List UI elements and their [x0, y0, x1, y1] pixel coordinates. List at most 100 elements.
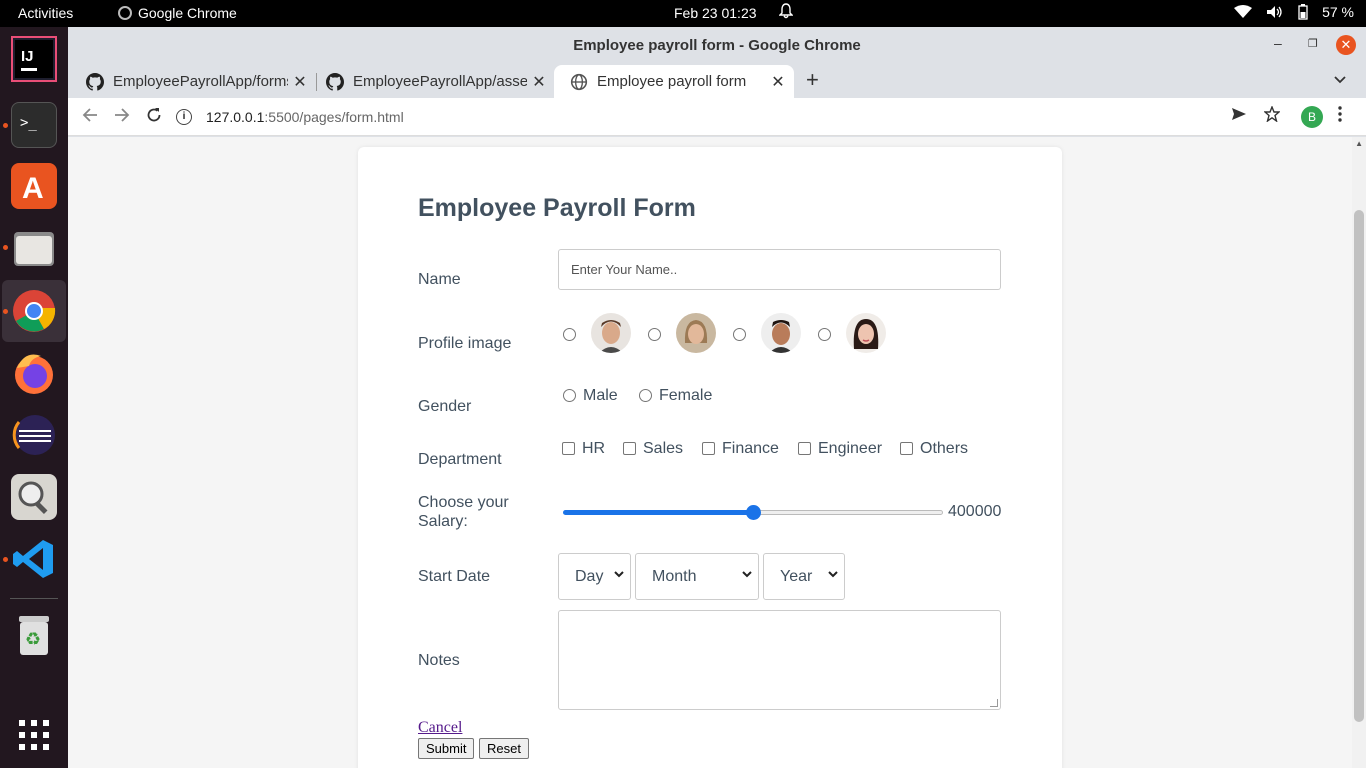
page-viewport: Employee Payroll Form Name Profile image…: [68, 137, 1366, 768]
salary-slider-fill[interactable]: [563, 510, 753, 515]
year-select-value: Year: [780, 567, 813, 585]
submit-button[interactable]: Submit: [418, 738, 475, 759]
department-finance-checkbox[interactable]: [702, 442, 715, 455]
gender-male-radio[interactable]: [563, 389, 576, 402]
salary-label: Choose your Salary:: [418, 494, 509, 530]
department-engineer-checkbox[interactable]: [798, 442, 811, 455]
notes-textarea[interactable]: [558, 610, 1001, 710]
department-hr-checkbox[interactable]: [562, 442, 575, 455]
address-bar[interactable]: i 127.0.0.1:5500/pages/form.html: [176, 102, 1216, 132]
tab-label: EmployeePayrollApp/assets: [353, 73, 527, 90]
volume-icon: [1267, 6, 1282, 18]
image-viewer-icon[interactable]: [11, 474, 57, 520]
eclipse-icon[interactable]: [11, 412, 57, 458]
salary-slider-track[interactable]: [753, 510, 943, 515]
github-icon: [326, 72, 344, 91]
salary-slider-thumb[interactable]: [746, 505, 761, 520]
kebab-menu-icon[interactable]: [1338, 106, 1342, 127]
app-grid-icon[interactable]: [11, 712, 57, 758]
cancel-link[interactable]: Cancel: [418, 719, 462, 737]
form-title: Employee Payroll Form: [418, 194, 696, 222]
name-label: Name: [418, 271, 461, 288]
send-icon[interactable]: [1231, 106, 1247, 127]
dock-running-dot: [3, 123, 8, 128]
profile-image-3: [761, 313, 801, 353]
svg-text:>_: >_: [20, 115, 37, 131]
files-icon[interactable]: [11, 226, 57, 272]
dock: IJ >_ A ♻: [0, 27, 68, 768]
back-arrow-icon[interactable]: [82, 107, 98, 128]
firefox-icon[interactable]: [11, 350, 57, 396]
department-engineer-label: Engineer: [818, 440, 883, 457]
department-label: Department: [418, 451, 502, 468]
department-sales-label: Sales: [643, 440, 684, 457]
year-select[interactable]: Year: [763, 553, 845, 600]
new-tab-plus-icon[interactable]: +: [806, 67, 819, 93]
bookmark-star-icon[interactable]: [1263, 105, 1281, 127]
intellij-icon[interactable]: IJ: [11, 36, 57, 82]
salary-output: 400000: [948, 503, 1002, 520]
resize-handle-icon[interactable]: [990, 699, 998, 707]
page-scrollbar[interactable]: ▲: [1352, 137, 1366, 768]
app-menu[interactable]: Google Chrome: [118, 5, 237, 21]
forward-arrow-icon[interactable]: [114, 107, 130, 128]
department-sales-checkbox[interactable]: [623, 442, 636, 455]
month-select[interactable]: Month: [635, 553, 759, 600]
software-center-icon[interactable]: A: [11, 163, 57, 209]
profile-radio-3[interactable]: [733, 328, 746, 341]
day-select[interactable]: Day: [558, 553, 631, 600]
day-select-value: Day: [575, 567, 604, 585]
terminal-icon[interactable]: >_: [11, 102, 57, 148]
department-hr-label: HR: [582, 440, 606, 457]
close-tab-icon[interactable]: ✕: [288, 72, 312, 92]
tab-github-forms[interactable]: EmployeePayrollApp/forms ✕: [70, 65, 316, 98]
name-input[interactable]: [558, 249, 1001, 290]
trash-icon[interactable]: ♻: [11, 612, 57, 658]
department-others-label: Others: [920, 440, 969, 457]
gender-female-radio[interactable]: [639, 389, 652, 402]
chrome-small-icon: [118, 6, 132, 20]
clock[interactable]: Feb 23 01:23: [674, 5, 757, 21]
reset-button[interactable]: Reset: [479, 738, 529, 759]
maximize-icon[interactable]: ❐: [1308, 37, 1318, 50]
tab-github-assets[interactable]: EmployeePayrollApp/assets ✕: [310, 65, 555, 98]
close-tab-icon[interactable]: ✕: [527, 72, 551, 92]
reload-icon[interactable]: [146, 107, 162, 128]
wifi-icon: [1234, 5, 1253, 18]
department-others-checkbox[interactable]: [900, 442, 913, 455]
battery-percent: 57 %: [1322, 4, 1354, 20]
tab-employee-payroll-form[interactable]: Employee payroll form ✕: [554, 65, 794, 98]
payroll-form-card: Employee Payroll Form Name Profile image…: [358, 147, 1062, 768]
title-bar: Employee payroll form - Google Chrome – …: [68, 27, 1366, 63]
scroll-up-arrow-icon[interactable]: ▲: [1355, 139, 1363, 148]
profile-image-2: [676, 313, 716, 353]
svg-text:♻: ♻: [25, 629, 41, 650]
profile-radio-1[interactable]: [563, 328, 576, 341]
profile-radio-2[interactable]: [648, 328, 661, 341]
start-date-label: Start Date: [418, 568, 491, 585]
chrome-icon[interactable]: [11, 288, 57, 334]
profile-avatar[interactable]: B: [1301, 106, 1323, 128]
activities-button[interactable]: Activities: [18, 5, 73, 21]
close-tab-icon[interactable]: ✕: [766, 72, 790, 92]
system-tray[interactable]: 57 %: [1234, 4, 1354, 20]
svg-text:IJ: IJ: [21, 48, 34, 65]
profile-image-label: Profile image: [418, 335, 512, 352]
scrollbar-thumb[interactable]: [1354, 210, 1364, 722]
notes-label: Notes: [418, 652, 460, 669]
close-window-icon[interactable]: ✕: [1336, 35, 1356, 55]
browser-toolbar: i 127.0.0.1:5500/pages/form.html B: [68, 98, 1366, 136]
svg-text:A: A: [22, 172, 44, 205]
gender-label: Gender: [418, 398, 472, 415]
profile-radio-4[interactable]: [818, 328, 831, 341]
chevron-down-icon: [614, 569, 624, 581]
dock-separator: [10, 598, 58, 599]
tab-label: EmployeePayrollApp/forms: [113, 73, 288, 90]
gender-female-label: Female: [659, 387, 713, 404]
site-info-icon[interactable]: i: [176, 109, 192, 125]
tab-search-chevron-down-icon[interactable]: [1334, 71, 1346, 87]
github-icon: [86, 72, 104, 91]
minimize-icon[interactable]: –: [1274, 35, 1282, 51]
vscode-icon[interactable]: [11, 536, 57, 582]
system-top-bar: Activities Google Chrome Feb 23 01:23 57…: [0, 0, 1366, 27]
